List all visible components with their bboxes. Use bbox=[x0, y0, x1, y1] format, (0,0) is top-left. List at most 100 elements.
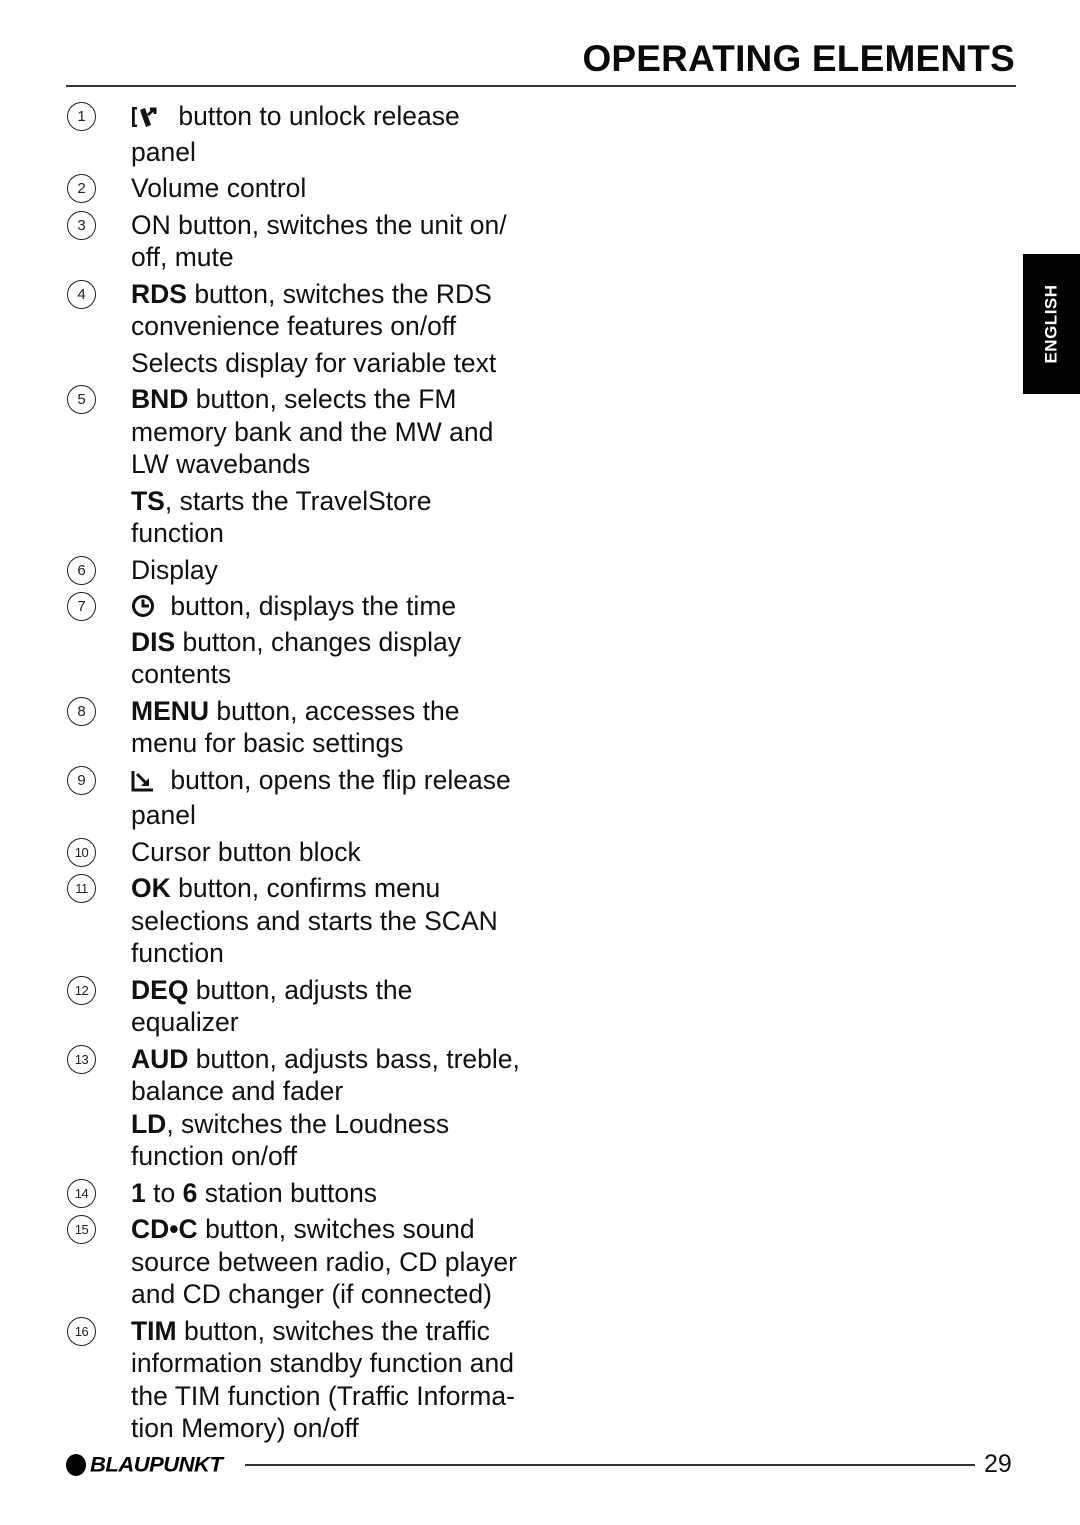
list-item: 12 DEQ button, adjusts the equalizer bbox=[66, 974, 536, 1039]
control-name: DEQ bbox=[131, 974, 189, 1005]
item-text-line: button, displays the time bbox=[131, 590, 536, 626]
list-item: 1 button to unlock release panel bbox=[66, 100, 536, 168]
item-text: , switches the Loudness bbox=[166, 1108, 450, 1139]
control-name: LD bbox=[131, 1108, 167, 1139]
item-text: panel bbox=[131, 136, 196, 167]
item-text: button, adjusts bass, treble, bbox=[188, 1043, 520, 1074]
item-text-line: Display bbox=[131, 554, 536, 587]
item-text-line: off, mute bbox=[131, 241, 536, 274]
release-panel-unlock-icon bbox=[131, 103, 163, 136]
item-text-line: RDS button, switches the RDS bbox=[131, 278, 536, 311]
item-text: the TIM function (Traffic Informa- bbox=[131, 1380, 515, 1411]
item-text-line: Selects display for variable text bbox=[131, 347, 536, 380]
list-item: 16 TIM button, switches the traffic inform… bbox=[66, 1315, 536, 1445]
list-item: 15 CD•C button, switches sound source betw… bbox=[66, 1213, 536, 1311]
item-text: button, switches sound bbox=[197, 1214, 475, 1244]
item-text: to bbox=[145, 1177, 183, 1208]
item-number-badge: 5 bbox=[67, 385, 96, 414]
footer-divider bbox=[245, 1464, 975, 1466]
item-text-line: and CD changer (if connected) bbox=[131, 1278, 536, 1311]
item-text-line: source between radio, CD player bbox=[131, 1246, 536, 1279]
item-text-line: TS, starts the TravelStore bbox=[131, 485, 536, 518]
control-name: MENU bbox=[131, 695, 210, 726]
item-text-line: memory bank and the MW and bbox=[131, 416, 536, 449]
item-text: balance and fader bbox=[131, 1076, 344, 1106]
list-item: 7 button, displays the time DIS button, c… bbox=[66, 590, 536, 691]
item-text-line: CD•C button, switches sound bbox=[131, 1213, 536, 1246]
list-item: 5 BND button, selects the FM memory bank a… bbox=[66, 383, 536, 550]
item-text-line: AUD button, adjusts bass, treble, bbox=[131, 1043, 536, 1076]
item-text: button, selects the FM bbox=[188, 384, 457, 414]
item-number-badge: 12 bbox=[67, 975, 96, 1005]
list-item: 14 1 to 6 station buttons bbox=[66, 1177, 536, 1210]
item-text: panel bbox=[131, 800, 196, 830]
item-text-line: button, opens the flip release bbox=[131, 764, 536, 800]
list-item: 4 RDS button, switches the RDS convenience… bbox=[66, 278, 536, 380]
item-text: memory bank and the MW and bbox=[131, 416, 494, 447]
item-text: button, adjusts the bbox=[188, 974, 413, 1005]
item-text-line: LW wavebands bbox=[131, 448, 536, 481]
item-number-badge: 10 bbox=[67, 837, 96, 867]
item-text: tion Memory) on/off bbox=[131, 1413, 359, 1443]
item-text: equalizer bbox=[131, 1007, 239, 1037]
item-text: Selects display for variable text bbox=[131, 347, 497, 378]
item-text-line: convenience features on/off bbox=[131, 310, 536, 343]
item-text-line: function bbox=[131, 937, 536, 970]
language-tab-label: ENGLISH bbox=[1041, 284, 1061, 364]
list-item: 6 Display bbox=[66, 554, 536, 587]
item-text-line: the TIM function (Traffic Informa- bbox=[131, 1380, 536, 1413]
control-name: TIM bbox=[131, 1315, 177, 1346]
clock-icon bbox=[131, 593, 155, 626]
item-text: button, displays the time bbox=[163, 591, 457, 621]
item-text-line: function bbox=[131, 517, 536, 550]
control-name: OK bbox=[131, 873, 171, 903]
control-name: CD•C bbox=[131, 1214, 198, 1244]
item-text-line: OK button, confirms menu bbox=[131, 872, 536, 905]
operating-elements-list: 1 button to unlock release panel 2 Volume c… bbox=[66, 100, 536, 1449]
item-number-badge: 9 bbox=[67, 765, 96, 795]
control-name: 6 bbox=[182, 1177, 198, 1208]
item-text: Volume control bbox=[131, 173, 307, 203]
item-number-badge: 3 bbox=[67, 210, 96, 240]
list-item: 3 ON button, switches the unit on/off, mu… bbox=[66, 209, 536, 274]
item-text-line: 1 to 6 station buttons bbox=[131, 1177, 536, 1210]
item-number-badge: 16 bbox=[67, 1316, 96, 1346]
item-text: station buttons bbox=[197, 1177, 378, 1208]
item-text: , starts the TravelStore bbox=[164, 485, 432, 516]
item-text: LW wavebands bbox=[131, 449, 311, 479]
page-title: OPERATING ELEMENTS bbox=[582, 38, 1015, 79]
brand-logo: BLAUPUNKT bbox=[66, 1452, 223, 1478]
item-text-line: DEQ button, adjusts the bbox=[131, 974, 536, 1007]
item-text: information standby function and bbox=[131, 1348, 515, 1378]
title-divider bbox=[66, 85, 1016, 87]
item-text-line: Volume control bbox=[131, 172, 536, 205]
item-text: function bbox=[131, 518, 224, 548]
list-item: 2 Volume control bbox=[66, 172, 536, 205]
brand-name: BLAUPUNKT bbox=[90, 1452, 223, 1477]
item-text: source between radio, CD player bbox=[131, 1246, 517, 1277]
page-number: 29 bbox=[984, 1450, 1012, 1478]
item-number-badge: 13 bbox=[67, 1044, 96, 1074]
control-name: RDS bbox=[131, 278, 187, 309]
list-item: 13 AUD button, adjusts bass, treble, balan… bbox=[66, 1043, 536, 1173]
list-item: 10 Cursor button block bbox=[66, 836, 536, 869]
item-number-badge: 4 bbox=[67, 279, 96, 309]
item-text-line: Cursor button block bbox=[131, 836, 536, 869]
list-item: 11 OK button, confirms menu selections and… bbox=[66, 872, 536, 970]
item-text-line: selections and starts the SCAN bbox=[131, 905, 536, 938]
item-text: ON button, switches the unit on/ bbox=[131, 209, 507, 240]
item-number-badge: 2 bbox=[67, 174, 96, 203]
control-name: BND bbox=[131, 384, 189, 414]
item-text: convenience features on/off bbox=[131, 311, 457, 341]
item-text: button, opens the flip release bbox=[163, 764, 511, 795]
item-text-line: function on/off bbox=[131, 1140, 536, 1173]
item-number-badge: 15 bbox=[67, 1215, 96, 1244]
item-text: button, changes display bbox=[175, 626, 461, 657]
control-name: TS bbox=[131, 485, 165, 516]
item-text-line: tion Memory) on/off bbox=[131, 1412, 536, 1445]
item-text: off, mute bbox=[131, 242, 234, 272]
item-text: menu for basic settings bbox=[131, 728, 404, 758]
item-text: button, accesses the bbox=[209, 695, 460, 726]
item-text-line: TIM button, switches the traffic bbox=[131, 1315, 536, 1348]
list-item: 8 MENU button, accesses the menu for basic… bbox=[66, 695, 536, 760]
